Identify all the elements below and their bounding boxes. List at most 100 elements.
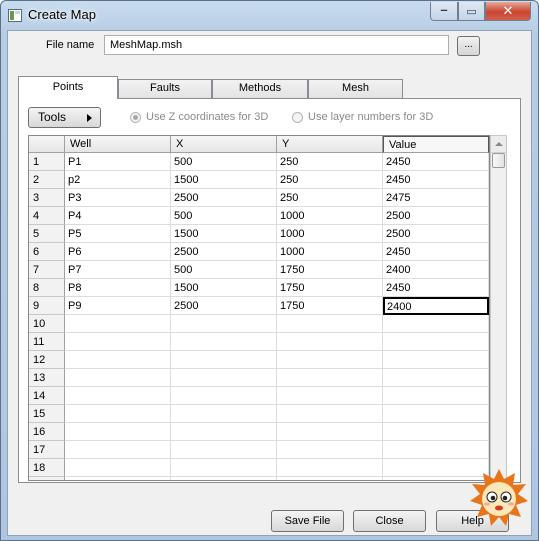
cell-value[interactable] [383,333,489,351]
cell-well[interactable]: P1 [65,153,171,171]
cell-value[interactable]: 2500 [383,225,489,243]
row-number[interactable]: 2 [29,171,65,189]
cell-well[interactable] [65,441,171,459]
close-window-button[interactable]: ✕ [485,2,531,21]
cell-well[interactable] [65,423,171,441]
cell-x[interactable]: 500 [171,261,277,279]
cell-value[interactable]: 2450 [383,279,489,297]
scroll-up-arrow-icon[interactable] [491,136,506,153]
scrollbar-thumb[interactable] [492,153,505,168]
table-row[interactable]: 12 [29,351,489,369]
cell-value[interactable] [383,369,489,387]
cell-value[interactable]: 2400 [383,297,489,315]
table-row[interactable]: 4 P4 500 1000 2500 [29,207,489,225]
cell-y[interactable]: 1750 [277,261,383,279]
tab-mesh[interactable]: Mesh [308,79,403,98]
cell-well[interactable]: P5 [65,225,171,243]
cell-y[interactable] [277,405,383,423]
row-number[interactable]: 12 [29,351,65,369]
table-row[interactable]: 8 P8 1500 1750 2450 [29,279,489,297]
table-row[interactable]: 16 [29,423,489,441]
column-header-y[interactable]: Y [277,136,383,153]
cell-y[interactable] [277,441,383,459]
cell-y[interactable] [277,387,383,405]
row-number[interactable]: 5 [29,225,65,243]
cell-well[interactable] [65,333,171,351]
cell-well[interactable]: P8 [65,279,171,297]
cell-well[interactable] [65,459,171,477]
cell-x[interactable]: 500 [171,207,277,225]
row-number[interactable]: 17 [29,441,65,459]
cell-value[interactable] [383,441,489,459]
table-row[interactable]: 10 [29,315,489,333]
table-row[interactable]: 5 P5 1500 1000 2500 [29,225,489,243]
cell-well[interactable]: P6 [65,243,171,261]
cell-well[interactable] [65,369,171,387]
cell-y[interactable] [277,459,383,477]
cell-well[interactable]: P9 [65,297,171,315]
row-number[interactable]: 7 [29,261,65,279]
cell-value[interactable] [383,315,489,333]
cell-x[interactable]: 500 [171,153,277,171]
row-number[interactable]: 13 [29,369,65,387]
row-number[interactable]: 18 [29,459,65,477]
cell-x[interactable]: 1500 [171,225,277,243]
cell-value[interactable]: 2500 [383,207,489,225]
column-header-value[interactable]: Value [383,136,489,153]
table-row[interactable]: 11 [29,333,489,351]
cell-well[interactable] [65,351,171,369]
table-row[interactable]: 3 P3 2500 250 2475 [29,189,489,207]
cell-x[interactable] [171,333,277,351]
use-z-radio[interactable] [130,112,141,123]
tab-faults[interactable]: Faults [118,79,212,98]
cell-x[interactable]: 2500 [171,243,277,261]
row-number[interactable]: 19 [29,477,65,480]
cell-y[interactable]: 1000 [277,207,383,225]
cell-well[interactable] [65,477,171,480]
cell-x[interactable] [171,477,277,480]
cell-x[interactable] [171,459,277,477]
use-layer-radio[interactable] [292,112,303,123]
cell-x[interactable] [171,387,277,405]
maximize-button[interactable]: ▭ [458,2,485,21]
cell-y[interactable]: 1750 [277,279,383,297]
row-number[interactable]: 14 [29,387,65,405]
tools-button[interactable]: Tools [28,107,101,128]
row-number[interactable]: 16 [29,423,65,441]
cell-x[interactable] [171,441,277,459]
cell-x[interactable] [171,315,277,333]
cell-value[interactable] [383,423,489,441]
browse-button[interactable]: ... [457,36,480,56]
table-row[interactable]: 1 P1 500 250 2450 [29,153,489,171]
cell-well[interactable]: P3 [65,189,171,207]
cell-y[interactable]: 1000 [277,243,383,261]
cell-well[interactable]: P7 [65,261,171,279]
table-row[interactable]: 17 [29,441,489,459]
cell-x[interactable] [171,351,277,369]
table-row[interactable]: 6 P6 2500 1000 2450 [29,243,489,261]
cell-y[interactable]: 250 [277,189,383,207]
cell-well[interactable]: p2 [65,171,171,189]
cell-value[interactable]: 2450 [383,153,489,171]
grid-corner-cell[interactable] [29,136,65,153]
column-header-x[interactable]: X [171,136,277,153]
title-bar[interactable]: Create Map – ▭ ✕ [1,1,538,29]
row-number[interactable]: 4 [29,207,65,225]
cell-y[interactable] [277,477,383,480]
cell-y[interactable]: 250 [277,171,383,189]
row-number[interactable]: 8 [29,279,65,297]
table-row[interactable]: 2 p2 1500 250 2450 [29,171,489,189]
cell-y[interactable] [277,423,383,441]
row-number[interactable]: 9 [29,297,65,315]
cell-x[interactable] [171,405,277,423]
cell-well[interactable]: P4 [65,207,171,225]
cell-value[interactable]: 2475 [383,189,489,207]
file-name-input[interactable]: MeshMap.msh [104,35,449,55]
cell-y[interactable]: 1000 [277,225,383,243]
table-row[interactable]: 7 P7 500 1750 2400 [29,261,489,279]
cell-y[interactable] [277,369,383,387]
cell-y[interactable] [277,333,383,351]
cell-well[interactable] [65,387,171,405]
row-number[interactable]: 3 [29,189,65,207]
cell-y[interactable]: 1750 [277,297,383,315]
